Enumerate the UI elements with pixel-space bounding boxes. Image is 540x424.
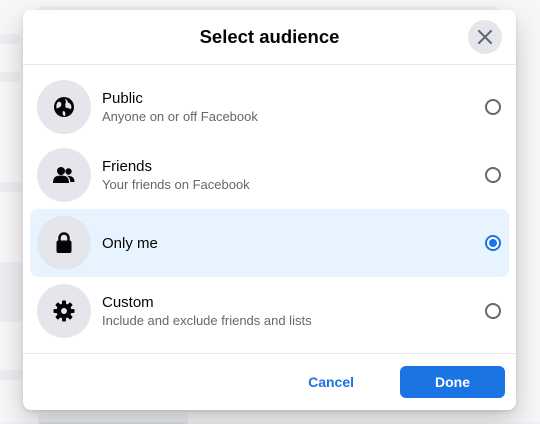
friends-icon (53, 167, 75, 183)
option-label: Friends (102, 157, 153, 175)
gear-icon (53, 300, 75, 322)
option-label: Public (102, 89, 143, 107)
option-description: Your friends on Facebook (102, 176, 250, 192)
audience-option-friends[interactable]: Friends Your friends on Facebook (30, 141, 509, 209)
icon-container (37, 148, 91, 202)
audience-options: Public Anyone on or off Facebook Friends… (23, 65, 516, 345)
option-description: Anyone on or off Facebook (102, 108, 258, 124)
cancel-button[interactable]: Cancel (308, 374, 354, 390)
option-label: Custom (102, 293, 154, 311)
option-description: Include and exclude friends and lists (102, 312, 312, 328)
radio-button[interactable] (485, 167, 501, 183)
audience-option-custom[interactable]: Custom Include and exclude friends and l… (30, 277, 509, 345)
option-text: Custom Include and exclude friends and l… (102, 293, 312, 330)
select-audience-dialog: Select audience Public Anyone on or off … (23, 10, 516, 410)
option-label: Only me (102, 234, 158, 252)
radio-button[interactable] (485, 99, 501, 115)
close-icon (478, 30, 492, 44)
audience-option-public[interactable]: Public Anyone on or off Facebook (30, 73, 509, 141)
icon-container (37, 284, 91, 338)
option-text: Only me (102, 234, 158, 253)
dialog-title: Select audience (199, 26, 340, 47)
radio-button[interactable] (485, 303, 501, 319)
dialog-header: Select audience (23, 10, 516, 65)
option-text: Public Anyone on or off Facebook (102, 89, 258, 126)
option-text: Friends Your friends on Facebook (102, 157, 250, 194)
icon-container (37, 80, 91, 134)
audience-option-only-me[interactable]: Only me (30, 209, 509, 277)
lock-icon (56, 232, 72, 253)
radio-button-selected[interactable] (485, 235, 501, 251)
globe-icon (54, 97, 74, 117)
icon-container (37, 216, 91, 270)
dialog-footer: Cancel Done (23, 353, 516, 410)
close-button[interactable] (468, 20, 502, 54)
done-button[interactable]: Done (400, 366, 505, 398)
